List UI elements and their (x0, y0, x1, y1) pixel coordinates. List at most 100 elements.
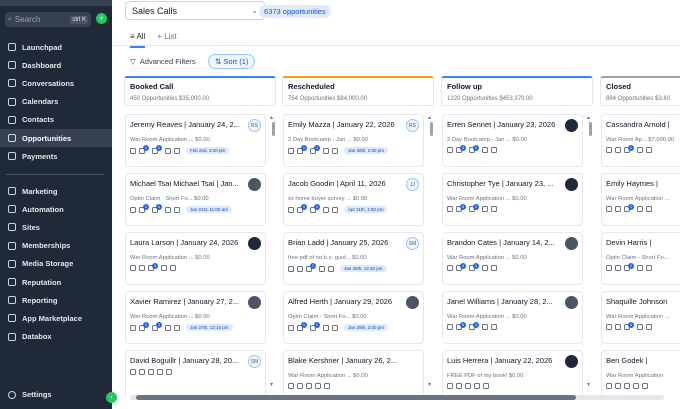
calendar-icon[interactable] (491, 324, 497, 330)
sidebar-item-media-storage[interactable]: Media Storage (0, 255, 112, 273)
opportunity-card[interactable]: Michael Tsai Michael Tsai | Jan... Optin … (125, 173, 266, 226)
chat-icon[interactable] (297, 265, 303, 272)
phone-icon[interactable] (606, 265, 612, 271)
horizontal-scrollbar[interactable] (130, 395, 664, 400)
phone-icon[interactable] (447, 324, 453, 330)
phone-icon[interactable] (288, 324, 294, 331)
sidebar-account-bar[interactable] (0, 0, 112, 6)
calendar-icon[interactable] (483, 383, 489, 389)
phone-icon[interactable] (606, 383, 612, 389)
phone-icon[interactable] (288, 206, 294, 213)
opportunity-card[interactable]: Luis Herrera | January 22, 2026 FREE PDF … (442, 350, 583, 396)
sidebar-item-app-marketplace[interactable]: App Marketplace (0, 309, 112, 327)
opportunity-card[interactable]: Janel Williams | January 28, 2... War Roo… (442, 291, 583, 344)
opportunity-card[interactable]: Ben Godek | War Room Application (601, 350, 680, 396)
calendar-icon[interactable] (646, 324, 652, 330)
scroll-up-icon[interactable]: ▴ (270, 114, 273, 121)
phone-icon[interactable] (130, 324, 136, 331)
phone-icon[interactable] (288, 265, 294, 272)
chat-icon[interactable] (297, 383, 303, 389)
opportunity-card[interactable]: Brandon Cates | January 14, 2... War Room… (442, 232, 583, 285)
sidebar-item-opportunities[interactable]: Opportunities (0, 128, 112, 148)
column-scrollbar[interactable] (589, 122, 592, 136)
calendar-icon[interactable] (324, 383, 330, 389)
phone-icon[interactable] (130, 206, 136, 213)
calendar-icon[interactable] (332, 206, 338, 213)
calendar-icon[interactable] (491, 265, 497, 271)
calendar-icon[interactable] (491, 206, 497, 212)
task-icon[interactable] (161, 265, 167, 271)
calendar-icon[interactable] (642, 383, 648, 389)
chat-icon[interactable] (139, 265, 145, 271)
chat-icon[interactable] (615, 383, 621, 389)
scroll-up-icon[interactable]: ▴ (428, 114, 431, 121)
opportunity-card[interactable]: Blake Kershner | January 26, 2... War Roo… (283, 350, 424, 396)
task-icon[interactable] (637, 324, 643, 330)
collapse-sidebar-button[interactable]: ‹ (106, 392, 117, 403)
calendar-icon[interactable] (646, 265, 652, 271)
task-icon[interactable] (315, 383, 321, 389)
scroll-up-icon[interactable]: ▴ (587, 114, 590, 121)
scrollbar-thumb[interactable] (136, 395, 576, 400)
sidebar-item-marketing[interactable]: Marketing (0, 182, 112, 200)
sidebar-item-memberships[interactable]: Memberships (0, 237, 112, 255)
chat-icon[interactable] (615, 265, 621, 271)
calendar-icon[interactable] (174, 206, 180, 213)
task-icon[interactable] (482, 206, 488, 212)
opportunity-card[interactable]: Emily Mazza | January 22, 2026 2 Day Boot… (283, 114, 424, 167)
phone-icon[interactable] (288, 383, 294, 389)
phone-icon[interactable] (606, 147, 612, 153)
task-icon[interactable] (323, 206, 329, 213)
task-icon[interactable] (165, 206, 171, 213)
chat-icon[interactable] (456, 383, 462, 389)
quick-add-button[interactable]: + (96, 13, 107, 24)
chat-icon[interactable] (615, 147, 621, 153)
task-icon[interactable] (633, 383, 639, 389)
opportunity-card[interactable]: Jacob Goodin | April 11, 2026 xx home buy… (283, 173, 424, 226)
calendar-icon[interactable] (170, 265, 176, 271)
task-icon[interactable] (637, 206, 643, 212)
phone-icon[interactable] (606, 206, 612, 212)
phone-icon[interactable] (606, 324, 612, 330)
sidebar-item-launchpad[interactable]: Launchpad (0, 38, 112, 56)
column-scrollbar[interactable] (430, 122, 433, 136)
task-icon[interactable] (637, 265, 643, 271)
calendar-icon[interactable] (174, 147, 180, 154)
task-icon[interactable] (637, 147, 643, 153)
sidebar-item-reporting[interactable]: Reporting (0, 291, 112, 309)
sidebar-item-dashboard[interactable]: Dashboard (0, 56, 112, 74)
task-icon[interactable] (323, 147, 329, 154)
task-icon[interactable] (165, 147, 171, 154)
task-icon[interactable] (165, 324, 171, 331)
note-icon[interactable] (465, 383, 471, 389)
opportunity-card[interactable]: Xavier Ramirez | January 27, 2... War Roo… (125, 291, 266, 344)
phone-icon[interactable] (447, 147, 453, 153)
sidebar-item-automation[interactable]: Automation (0, 200, 112, 218)
chat-icon[interactable] (615, 324, 621, 330)
task-icon[interactable] (323, 324, 329, 331)
task-icon[interactable] (474, 383, 480, 389)
phone-icon[interactable] (130, 369, 136, 375)
opportunity-card[interactable]: Alfred Herth | January 29, 2026 Optin Cla… (283, 291, 424, 344)
settings-item[interactable]: Settings (8, 390, 52, 399)
opportunity-card[interactable]: Christopher Tye | January 23, ... War Roo… (442, 173, 583, 226)
calendar-icon[interactable] (174, 324, 180, 331)
task-icon[interactable] (482, 265, 488, 271)
opportunity-card[interactable]: Cassandra Arnold | War Room Ap... $7,000.… (601, 114, 680, 167)
task-icon[interactable] (157, 369, 163, 375)
task-icon[interactable] (319, 265, 325, 272)
scroll-down-icon[interactable]: ▾ (587, 381, 590, 388)
calendar-icon[interactable] (646, 206, 652, 212)
scroll-down-icon[interactable]: ▾ (270, 381, 273, 388)
sort-button[interactable]: ⇅ Sort (1) (208, 54, 256, 69)
phone-icon[interactable] (447, 383, 453, 389)
sidebar-item-reputation[interactable]: Reputation (0, 273, 112, 291)
phone-icon[interactable] (447, 206, 453, 212)
opportunity-card[interactable]: David Boguillr | January 28, 20... SM (125, 350, 266, 396)
note-icon[interactable] (306, 383, 312, 389)
advanced-filters-button[interactable]: ▽ Advanced Filters (130, 57, 196, 66)
pipeline-select[interactable]: Sales Calls ⌄ (125, 1, 265, 20)
calendar-icon[interactable] (491, 147, 497, 153)
task-icon[interactable] (482, 324, 488, 330)
note-icon[interactable] (148, 369, 154, 375)
